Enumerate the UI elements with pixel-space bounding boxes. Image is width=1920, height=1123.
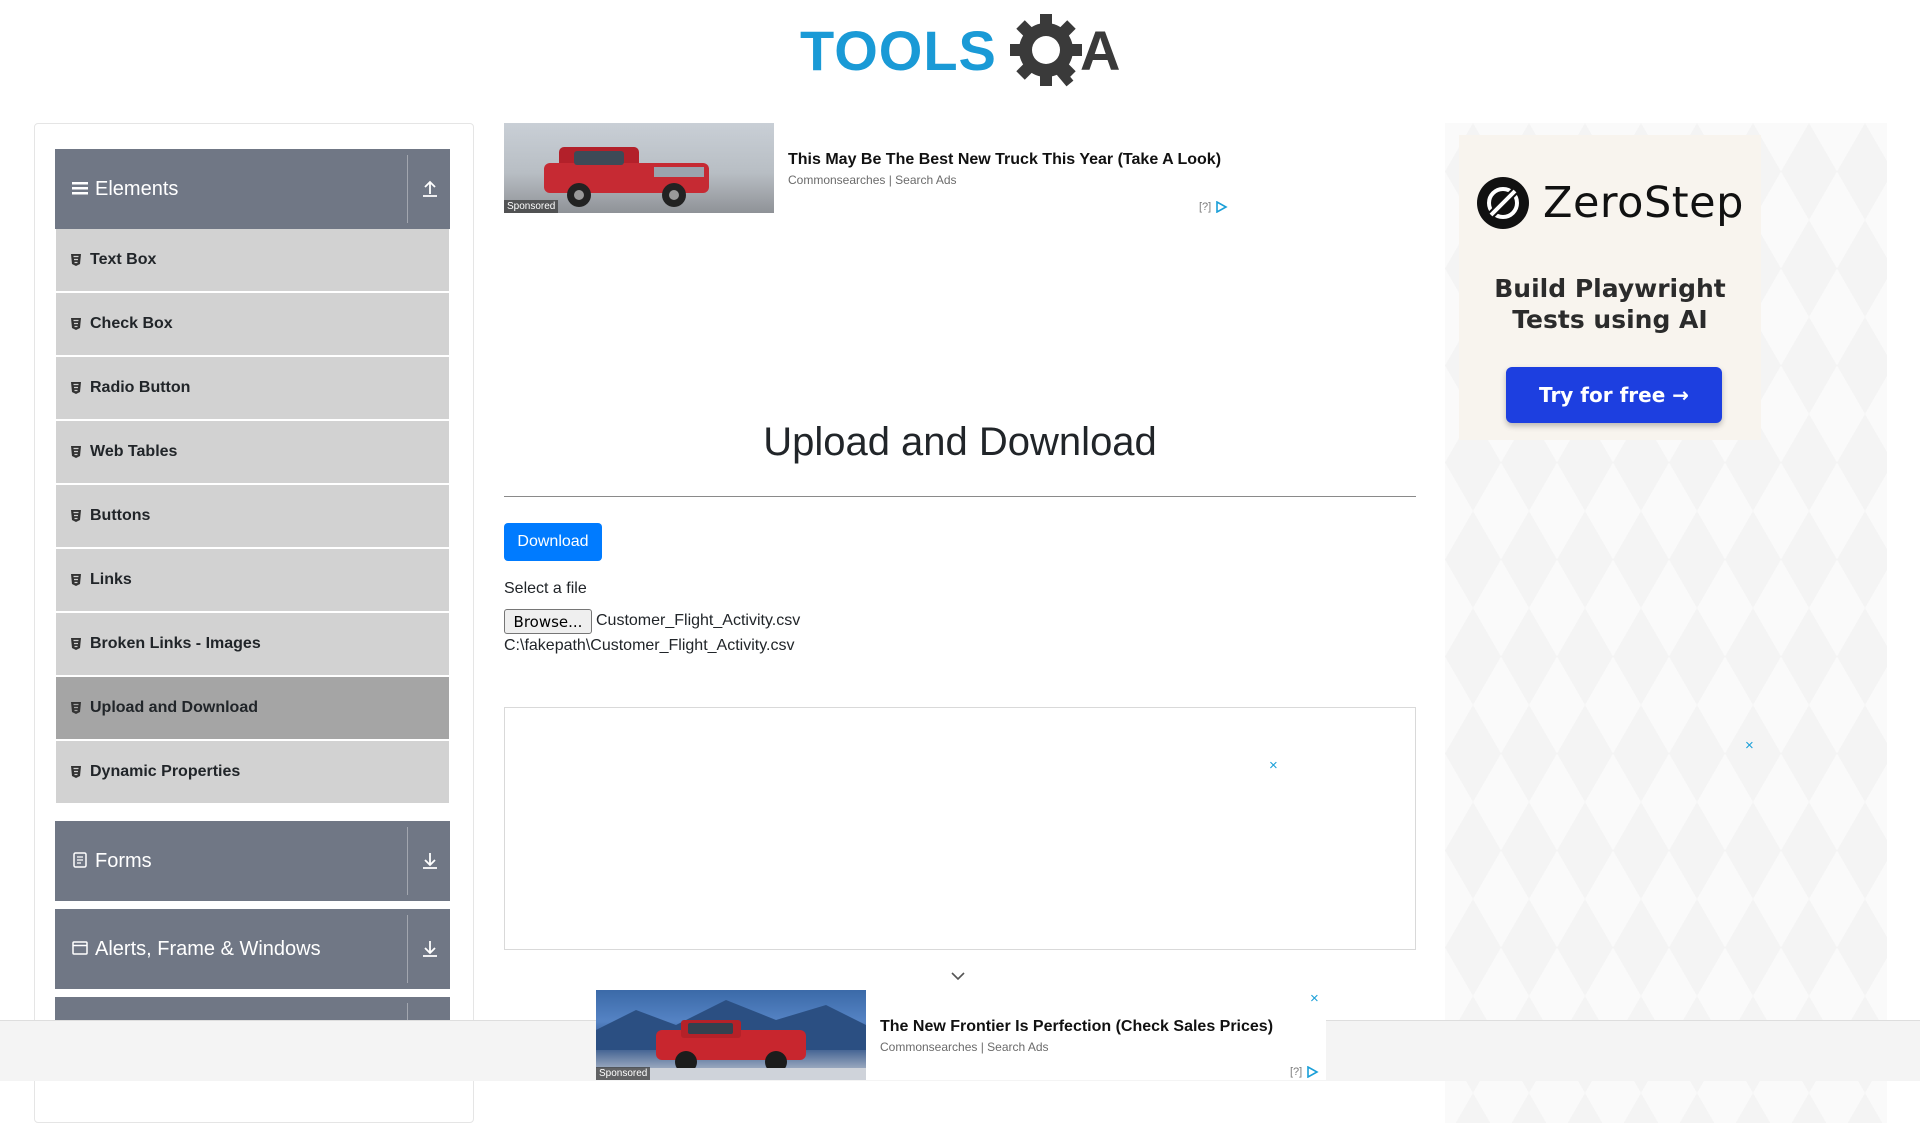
menu-item-links[interactable]: Links	[56, 549, 449, 611]
selected-file-name: Customer_Flight_Activity.csv	[596, 612, 801, 629]
collapse-arrow-icon[interactable]	[421, 178, 439, 198]
adchoices-icon[interactable]	[1216, 201, 1230, 213]
ad-choices-link[interactable]: [?]	[1199, 201, 1211, 213]
menu-item-label: Dynamic Properties	[90, 763, 241, 780]
gear-q-icon	[1010, 14, 1082, 87]
html5-icon	[71, 254, 81, 266]
zerostep-logo-icon	[1477, 177, 1529, 229]
menu-item-broken-links-images[interactable]: Broken Links - Images	[56, 613, 449, 675]
ad-headline[interactable]: This May Be The Best New Truck This Year…	[788, 151, 1221, 169]
tagline-line-1: Build Playwright	[1494, 274, 1726, 303]
sponsored-label: Sponsored	[596, 1067, 651, 1080]
divider	[407, 827, 408, 895]
menu-item-radio-button[interactable]: Radio Button	[56, 357, 449, 419]
divider	[407, 155, 408, 223]
divider	[407, 915, 408, 983]
html5-icon	[71, 638, 81, 650]
logo-text-a: A	[1080, 19, 1120, 82]
try-for-free-button[interactable]: Try for free →	[1506, 367, 1722, 423]
toolsqa-logo[interactable]: TOOLS A	[800, 14, 1125, 92]
uploaded-file-path: C:\fakepath\Customer_Flight_Activity.csv	[504, 637, 795, 654]
menu-item-check-box[interactable]: Check Box	[56, 293, 449, 355]
menu-item-label: Web Tables	[90, 443, 178, 460]
window-icon	[72, 941, 88, 955]
html5-icon	[71, 318, 81, 330]
group-title: Alerts, Frame & Windows	[95, 938, 321, 960]
browse-button[interactable]: Browse...	[504, 609, 592, 634]
chevron-down-icon[interactable]	[950, 970, 966, 982]
page-title: Upload and Download	[763, 420, 1157, 464]
ad-source[interactable]: Commonsearches | Search Ads	[788, 173, 957, 187]
expand-arrow-icon[interactable]	[421, 850, 439, 870]
html5-icon	[71, 510, 81, 522]
logo-image: TOOLS A	[800, 14, 1120, 87]
ad-headline[interactable]: The New Frontier Is Perfection (Check Sa…	[880, 1018, 1273, 1036]
select-file-label: Select a file	[504, 580, 587, 597]
group-title: Forms	[95, 850, 152, 872]
close-ad-icon[interactable]: ×	[1269, 757, 1278, 774]
ad-banner-top[interactable]: Sponsored This May Be The Best New Truck…	[504, 123, 1234, 215]
ad-banner-bottom[interactable]: Sponsored The New Frontier Is Perfection…	[596, 990, 1326, 1080]
html5-icon	[71, 446, 81, 458]
ad-choices-link[interactable]: [?]	[1290, 1066, 1302, 1078]
menu-item-label: Broken Links - Images	[90, 635, 261, 652]
menu-item-label: Links	[90, 571, 132, 588]
html5-icon	[71, 574, 81, 586]
sponsored-label: Sponsored	[504, 200, 559, 213]
zerostep-tagline: Build Playwright Tests using AI	[1459, 273, 1761, 335]
menu-item-text-box[interactable]: Text Box	[56, 229, 449, 291]
group-header-forms[interactable]: Forms	[55, 821, 450, 901]
download-button[interactable]: Download	[504, 523, 602, 561]
menu-item-label: Radio Button	[90, 379, 191, 396]
ad-thumbnail[interactable]: Sponsored	[596, 990, 866, 1080]
tagline-line-2: Tests using AI	[1512, 305, 1708, 334]
zerostep-brand: ZeroStep	[1543, 178, 1744, 228]
close-ad-icon[interactable]: ×	[1745, 737, 1754, 754]
group-title: Elements	[95, 178, 179, 200]
group-header-alerts-frame-windows[interactable]: Alerts, Frame & Windows	[55, 909, 450, 989]
menu-item-label: Upload and Download	[90, 699, 258, 716]
logo-text-tools: TOOLS	[800, 19, 997, 82]
menu-item-label: Buttons	[90, 507, 151, 524]
menu-item-label: Check Box	[90, 315, 173, 332]
group-header-elements[interactable]: Elements	[55, 149, 450, 229]
menu-item-buttons[interactable]: Buttons	[56, 485, 449, 547]
ad-placeholder-box	[504, 707, 1416, 950]
ad-source[interactable]: Commonsearches | Search Ads	[880, 1040, 1049, 1054]
title-divider	[504, 496, 1416, 497]
html5-icon	[71, 702, 81, 714]
html5-icon	[71, 766, 81, 778]
expand-arrow-icon[interactable]	[421, 938, 439, 958]
adchoices-icon[interactable]	[1307, 1066, 1321, 1078]
right-ad-panel[interactable]: ZeroStep Build Playwright Tests using AI…	[1445, 123, 1887, 1123]
zerostep-ad-card[interactable]: ZeroStep Build Playwright Tests using AI…	[1459, 135, 1761, 440]
ad-thumbnail[interactable]: Sponsored	[504, 123, 774, 213]
html5-icon	[71, 382, 81, 394]
menu-item-dynamic-properties[interactable]: Dynamic Properties	[56, 741, 449, 803]
hamburger-icon	[72, 182, 88, 195]
menu-item-upload-and-download[interactable]: Upload and Download	[56, 677, 449, 739]
menu-item-label: Text Box	[90, 251, 157, 268]
close-ad-icon[interactable]: ×	[1310, 990, 1319, 1007]
menu-item-web-tables[interactable]: Web Tables	[56, 421, 449, 483]
form-icon	[73, 852, 87, 868]
